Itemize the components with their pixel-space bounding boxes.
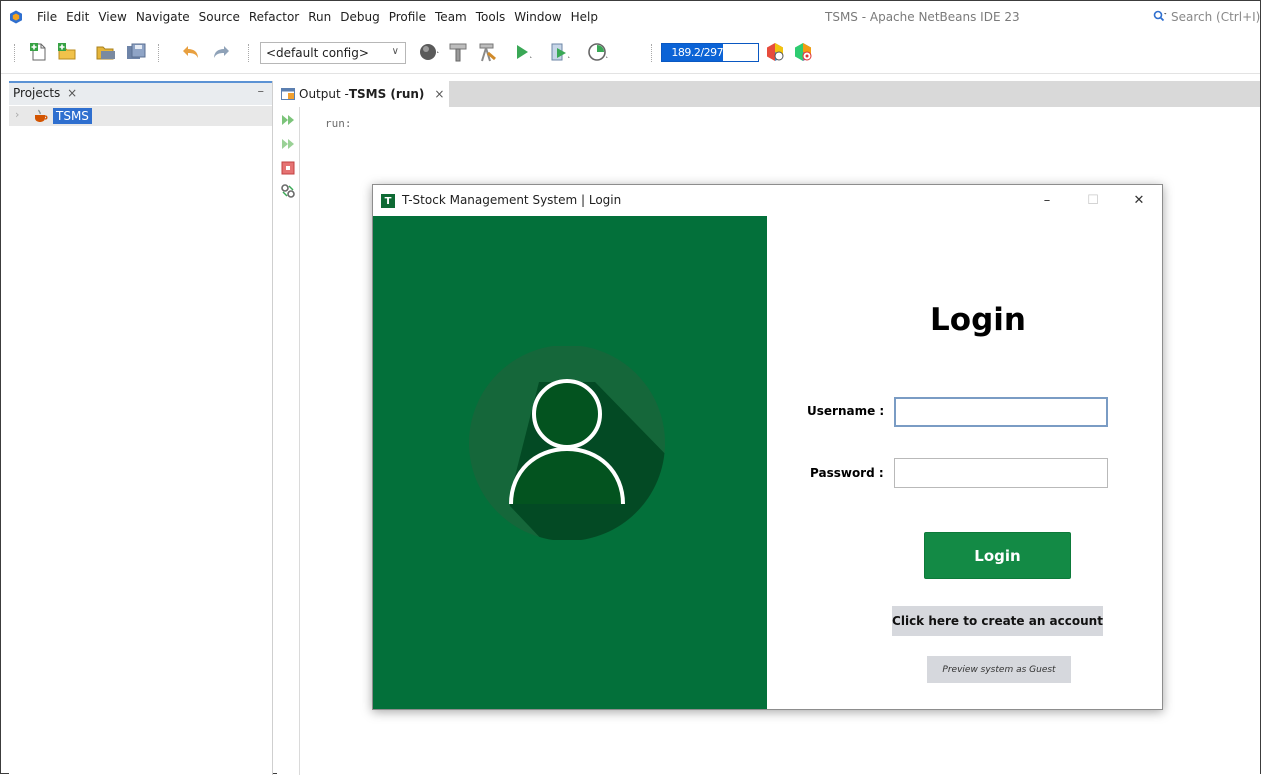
memory-usage-meter[interactable]: 189.2/297.0MB: [661, 43, 759, 62]
menu-team[interactable]: Team: [435, 10, 467, 24]
ide-search-box[interactable]: Search (Ctrl+I): [1153, 8, 1261, 26]
close-window-button[interactable]: ✕: [1116, 185, 1162, 216]
menu-edit[interactable]: Edit: [66, 10, 89, 24]
menu-view[interactable]: View: [98, 10, 126, 24]
main-toolbar: <default config> ∨ 189.2/297.0MB: [1, 33, 1260, 74]
settings-icon[interactable]: [280, 183, 296, 199]
menu-profile[interactable]: Profile: [389, 10, 426, 24]
menu-items: File Edit View Navigate Source Refactor Run Deb…: [37, 1, 607, 33]
output-window-icon: [281, 88, 295, 100]
java-coffee-icon: [35, 109, 48, 122]
clean-build-icon[interactable]: [476, 41, 498, 63]
menu-window[interactable]: Window: [514, 10, 561, 24]
toolbar-separator: [14, 44, 15, 62]
netbeans-logo-icon: [10, 10, 22, 24]
profile-project-icon[interactable]: [587, 41, 609, 63]
menu-debug[interactable]: Debug: [340, 10, 379, 24]
rerun-icon[interactable]: [280, 112, 296, 128]
login-button[interactable]: Login: [924, 532, 1071, 579]
console-output-text: run:: [325, 117, 352, 130]
run-project-icon[interactable]: [511, 41, 533, 63]
menu-refactor[interactable]: Refactor: [249, 10, 299, 24]
open-project-icon[interactable]: [95, 41, 117, 63]
chevron-down-icon: ∨: [391, 46, 399, 57]
undo-icon[interactable]: [181, 41, 203, 63]
login-heading: Login: [930, 302, 1026, 338]
build-hammer-icon[interactable]: [447, 41, 469, 63]
chevron-right-icon[interactable]: ›: [15, 108, 19, 121]
stop-icon[interactable]: [280, 160, 296, 176]
search-placeholder: Search (Ctrl+I): [1171, 10, 1261, 24]
login-illustration-panel: [373, 216, 767, 709]
new-project-icon[interactable]: [56, 41, 78, 63]
menu-file[interactable]: File: [37, 10, 57, 24]
configuration-value: <default config>: [266, 46, 369, 60]
profile-ide-icon[interactable]: [764, 41, 786, 63]
redo-icon[interactable]: [209, 41, 231, 63]
output-tab-name: TSMS (run): [348, 87, 425, 101]
project-name: TSMS: [53, 108, 92, 124]
globe-icon[interactable]: [418, 41, 440, 63]
user-avatar-icon: [469, 346, 665, 540]
snapshot-ide-icon[interactable]: [792, 41, 814, 63]
toolbar-separator: [248, 44, 249, 62]
toolbar-separator: [651, 44, 652, 62]
dialog-title: T-Stock Management System | Login: [402, 193, 622, 207]
new-file-icon[interactable]: [28, 41, 50, 63]
menu-tools[interactable]: Tools: [476, 10, 506, 24]
username-label: Username :: [807, 404, 885, 418]
menu-run[interactable]: Run: [308, 10, 331, 24]
search-icon: [1153, 10, 1167, 25]
tab-output-tsms-run[interactable]: Output - TSMS (run) ×: [277, 81, 449, 107]
tab-projects[interactable]: Projects ×: [13, 86, 77, 100]
minimize-panel-icon[interactable]: –: [258, 84, 265, 99]
tstock-app-icon: T: [381, 194, 395, 208]
debug-project-icon[interactable]: [549, 41, 571, 63]
menu-navigate[interactable]: Navigate: [136, 10, 190, 24]
login-dialog-window: T T-Stock Management System | Login – ☐ …: [372, 184, 1163, 710]
menu-source[interactable]: Source: [199, 10, 240, 24]
rerun-with-options-icon[interactable]: [280, 136, 296, 152]
output-action-gutter: [277, 107, 300, 775]
username-input[interactable]: [894, 397, 1108, 427]
projects-panel-header: Projects × –: [9, 81, 272, 105]
maximize-window-button[interactable]: ☐: [1070, 185, 1116, 216]
create-account-button[interactable]: Click here to create an account: [892, 606, 1103, 636]
tab-projects-label: Projects: [13, 86, 61, 100]
memory-usage-label: 189.2/297.0MB: [671, 46, 749, 59]
output-panel-header: Output - TSMS (run) ×: [277, 81, 1260, 107]
save-all-icon[interactable]: [125, 41, 147, 63]
configuration-select[interactable]: <default config> ∨: [260, 42, 406, 64]
close-icon[interactable]: ×: [67, 86, 77, 100]
menu-bar: File Edit View Navigate Source Refactor Run Deb…: [1, 1, 1260, 33]
password-input[interactable]: [894, 458, 1108, 488]
close-icon[interactable]: ×: [434, 87, 444, 101]
password-label: Password :: [810, 466, 884, 480]
projects-panel: Projects × – › TSMS: [9, 81, 273, 775]
window-title: TSMS - Apache NetBeans IDE 23: [825, 10, 1020, 24]
output-tab-prefix: Output -: [299, 87, 349, 101]
menu-help[interactable]: Help: [571, 10, 598, 24]
project-tree-item-tsms[interactable]: › TSMS: [9, 106, 272, 126]
toolbar-separator: [158, 44, 159, 62]
minimize-window-button[interactable]: –: [1024, 185, 1070, 216]
dialog-title-bar[interactable]: T T-Stock Management System | Login – ☐ …: [373, 185, 1162, 216]
guest-preview-button[interactable]: Preview system as Guest: [927, 656, 1071, 683]
